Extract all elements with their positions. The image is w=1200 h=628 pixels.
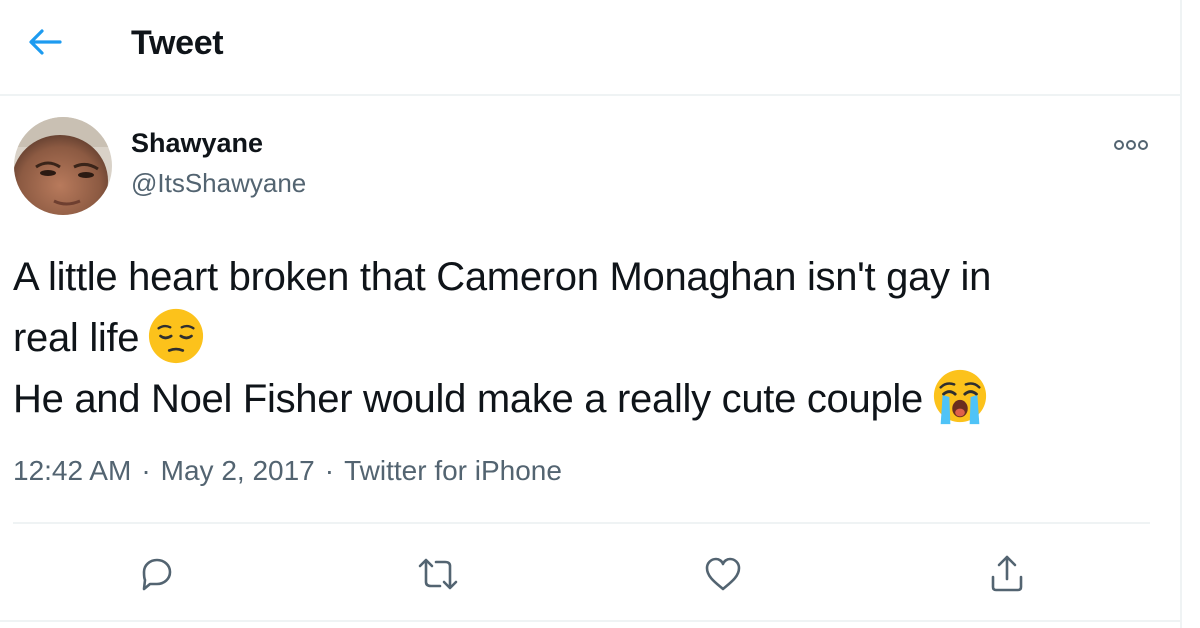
tweet-date[interactable]: May 2, 2017 bbox=[161, 455, 315, 486]
bottom-divider bbox=[0, 620, 1182, 622]
tweet-text-line: He and Noel Fisher would make a really c… bbox=[13, 368, 1163, 429]
profile-photo bbox=[14, 117, 112, 215]
heart-icon bbox=[705, 557, 741, 591]
more-options-icon bbox=[1114, 140, 1148, 150]
tweet-source[interactable]: Twitter for iPhone bbox=[344, 455, 562, 486]
tweet-actions bbox=[0, 540, 1182, 610]
meta-separator: · bbox=[141, 455, 151, 486]
author-display-name[interactable]: Shawyane bbox=[131, 128, 263, 159]
divider bbox=[13, 522, 1150, 524]
tweet-metadata: 12:42 AM · May 2, 2017 · Twitter for iPhone bbox=[13, 455, 562, 487]
tweet-time[interactable]: 12:42 AM bbox=[13, 455, 131, 486]
page-title: Tweet bbox=[131, 24, 224, 62]
retweet-icon bbox=[418, 558, 458, 590]
page-header: Tweet bbox=[0, 0, 1182, 96]
reply-icon bbox=[142, 558, 172, 591]
loudly-crying-face-emoji bbox=[933, 369, 987, 425]
tweet-text: A little heart broken that Cameron Monag… bbox=[13, 247, 1163, 429]
retweet-button[interactable] bbox=[412, 548, 464, 600]
tweet-text-line: real life bbox=[13, 307, 1163, 368]
meta-separator: · bbox=[324, 455, 335, 486]
arrow-left-icon bbox=[29, 29, 62, 55]
reply-button[interactable] bbox=[130, 548, 182, 600]
author-handle[interactable]: @ItsShawyane bbox=[131, 168, 306, 199]
share-button[interactable] bbox=[981, 548, 1033, 600]
tweet-page: Tweet Shawyane @ItsShawyane A little hea… bbox=[0, 0, 1182, 628]
tweet-text-line: A little heart broken that Cameron Monag… bbox=[13, 255, 992, 299]
back-button[interactable] bbox=[20, 20, 70, 64]
like-button[interactable] bbox=[697, 548, 749, 600]
share-icon bbox=[991, 555, 1023, 592]
avatar[interactable] bbox=[14, 117, 112, 215]
more-options-button[interactable] bbox=[1108, 128, 1154, 162]
pensive-face-emoji bbox=[149, 308, 204, 364]
